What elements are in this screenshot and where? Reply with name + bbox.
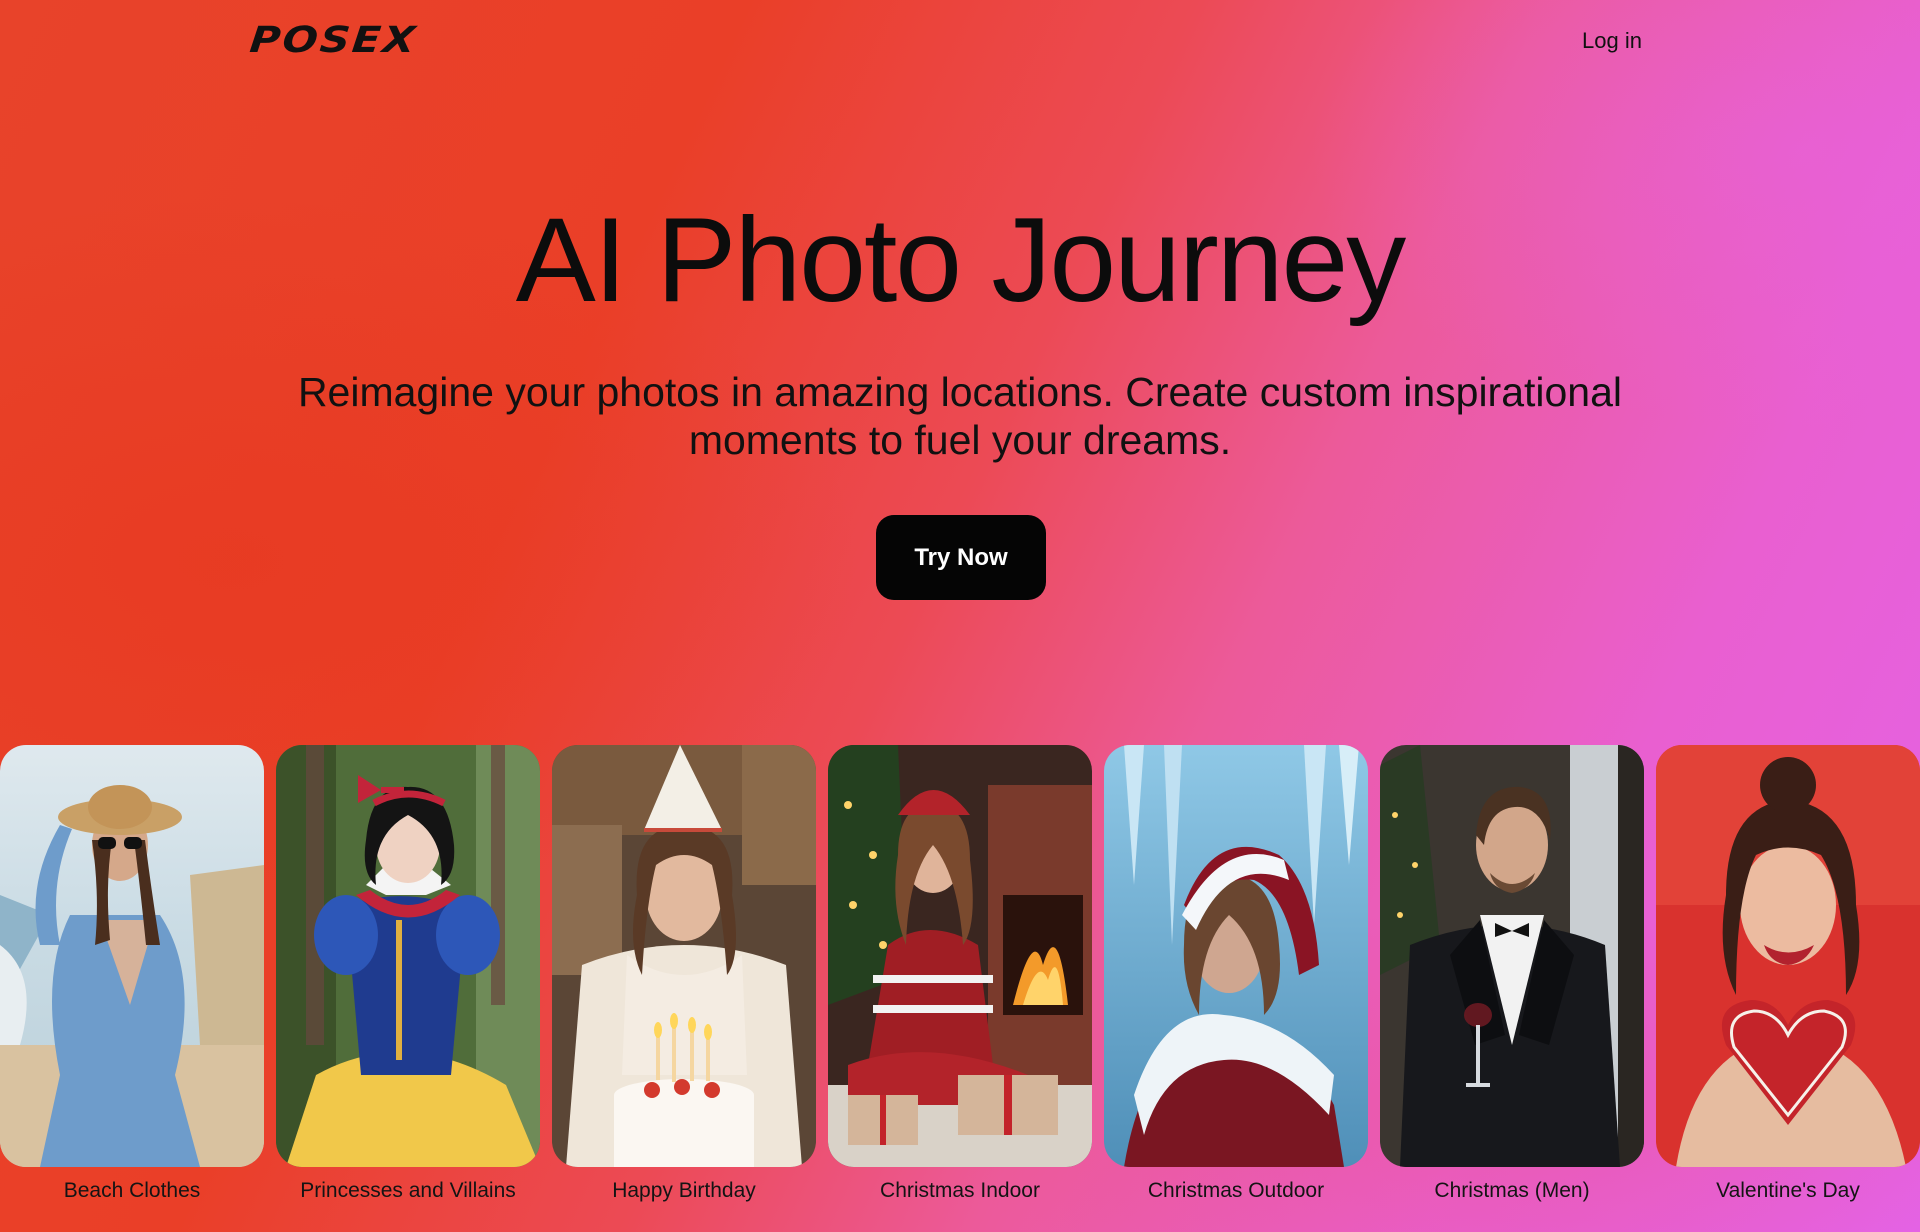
theme-card-happy-birthday[interactable]: Happy Birthday [552,745,816,1203]
valentines-day-photo[interactable] [1656,745,1920,1167]
beach-clothes-photo[interactable] [0,745,264,1167]
top-nav: POSEX Log in [0,0,1920,84]
christmas-outdoor-photo[interactable] [1104,745,1368,1167]
card-label: Happy Birthday [612,1179,756,1202]
login-link[interactable]: Log in [1582,28,1642,54]
card-label: Christmas Outdoor [1147,1179,1325,1202]
hero-subtitle-line-2: moments to fuel your dreams. [688,417,1232,463]
theme-card-christmas-indoor[interactable]: Christmas Indoor [828,745,1092,1203]
card-label: Valentine's Day [1716,1179,1860,1202]
card-label: Christmas (Men) [1434,1179,1590,1202]
princesses-and-villains-photo[interactable] [276,745,540,1167]
hero-title: AI Photo Journey [515,193,1407,327]
theme-card-beach-clothes[interactable]: Beach Clothes [0,745,264,1203]
card-label: Christmas Indoor [880,1179,1040,1202]
hero-subtitle: Reimagine your photos in amazing locatio… [240,368,1680,464]
theme-card-christmas-men[interactable]: Christmas (Men) [1380,745,1644,1203]
happy-birthday-photo[interactable] [552,745,816,1167]
card-label: Beach Clothes [63,1179,201,1202]
hero-subtitle-line-1: Reimagine your photos in amazing locatio… [297,369,1623,415]
theme-gallery: Beach Clothes Princesses and Villains Ha… [0,745,1920,1232]
theme-card-christmas-outdoor[interactable]: Christmas Outdoor [1104,745,1368,1203]
theme-card-valentines-day[interactable]: Valentine's Day [1656,745,1920,1203]
try-now-button[interactable]: Try Now [876,515,1046,600]
christmas-indoor-photo[interactable] [828,745,1092,1167]
theme-card-princesses-and-villains[interactable]: Princesses and Villains [276,745,540,1203]
card-label: Princesses and Villains [300,1179,516,1202]
christmas-men-photo[interactable] [1380,745,1644,1167]
brand-logo[interactable]: POSEX [248,20,419,61]
